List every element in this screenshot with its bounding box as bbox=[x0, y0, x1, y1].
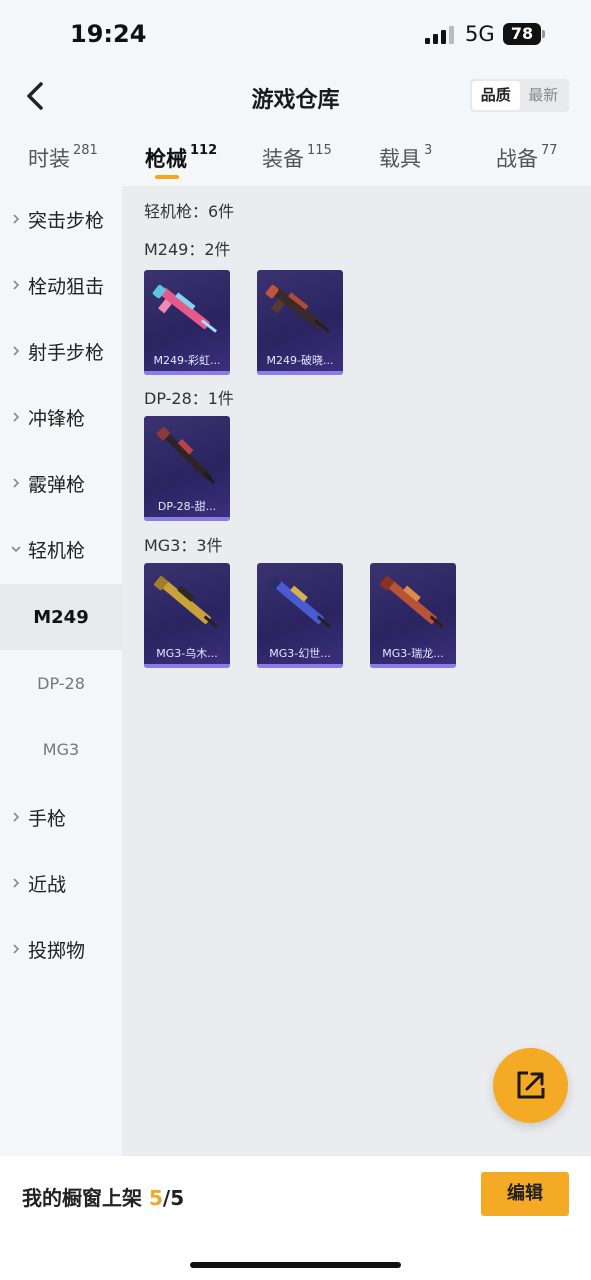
tab-label: 装备 bbox=[262, 147, 304, 171]
tab-label: 时装 bbox=[28, 147, 70, 171]
rarity-bar bbox=[144, 517, 230, 521]
category-tabs: 时装 281 枪械 112 装备 115 载具 3 战备 77 bbox=[0, 135, 591, 185]
battery-icon: 78 bbox=[503, 23, 541, 45]
rarity-bar bbox=[257, 664, 343, 668]
item-card[interactable]: DP-28-甜... bbox=[144, 416, 230, 521]
tab-count: 115 bbox=[307, 143, 332, 158]
item-card-name: M249-彩虹... bbox=[153, 354, 221, 367]
item-card-name: MG3-幻世... bbox=[269, 647, 331, 660]
chevron-right-icon bbox=[13, 812, 20, 822]
rarity-bar bbox=[257, 371, 343, 375]
tab-count: 77 bbox=[541, 143, 558, 158]
item-card[interactable]: M249-破晓... bbox=[257, 270, 343, 375]
shelf-count: 5 bbox=[148, 1186, 163, 1210]
chevron-right-icon bbox=[13, 478, 20, 488]
rifle-skin-image bbox=[380, 576, 444, 629]
tab-fashion[interactable]: 时装 281 bbox=[28, 143, 98, 173]
tab-count: 3 bbox=[424, 143, 433, 158]
rifle-skin-image bbox=[265, 284, 331, 333]
item-grid: 轻机枪：6件 M249：2件 M249-彩虹... M249-破晓... DP-… bbox=[122, 186, 591, 1156]
chevron-right-icon bbox=[13, 878, 20, 888]
share-icon bbox=[517, 1071, 545, 1099]
tab-label: 枪械 bbox=[145, 147, 187, 171]
sidebar-item-label: 冲锋枪 bbox=[28, 407, 86, 430]
signal-icon bbox=[425, 26, 454, 44]
tab-supplies[interactable]: 战备 77 bbox=[496, 143, 558, 173]
sidebar: 突击步枪 栓动狙击 射手步枪 冲锋枪 霰弹枪 轻机枪 M249 DP-28 MG… bbox=[0, 186, 122, 1156]
sidebar-item-label: 突击步枪 bbox=[28, 209, 105, 232]
item-card[interactable]: MG3-幻世... bbox=[257, 563, 343, 668]
battery-cap bbox=[542, 30, 545, 38]
rarity-bar bbox=[144, 664, 230, 668]
rarity-bar bbox=[370, 664, 456, 668]
sidebar-item-label: 轻机枪 bbox=[28, 539, 86, 562]
header: 游戏仓库 品质 最新 bbox=[0, 70, 591, 125]
sidebar-item-label: 投掷物 bbox=[28, 939, 86, 962]
item-card-name: MG3-瑞龙... bbox=[382, 647, 444, 660]
sidebar-item-label: 近战 bbox=[28, 873, 67, 896]
shelf-status: 我的橱窗上架 5/5 bbox=[22, 1182, 184, 1211]
rifle-skin-image bbox=[267, 576, 331, 629]
share-button[interactable] bbox=[493, 1048, 568, 1123]
tab-label: 战备 bbox=[496, 147, 538, 171]
tab-vehicles[interactable]: 载具 3 bbox=[379, 143, 432, 173]
status-time: 19:24 bbox=[70, 20, 147, 48]
chevron-right-icon bbox=[13, 346, 20, 356]
sort-quality-button[interactable]: 品质 bbox=[472, 81, 520, 110]
chevron-down-icon bbox=[11, 546, 21, 553]
sidebar-item-label: 射手步枪 bbox=[28, 341, 105, 364]
item-card[interactable]: M249-彩虹... bbox=[144, 270, 230, 375]
rifle-skin-image bbox=[156, 427, 216, 485]
tab-firearms[interactable]: 枪械 112 bbox=[145, 143, 217, 173]
tab-label: 载具 bbox=[379, 147, 421, 171]
sidebar-item-bolt-sniper[interactable]: 栓动狙击 bbox=[0, 252, 122, 318]
sidebar-sub-mg3[interactable]: MG3 bbox=[0, 716, 122, 782]
rifle-skin-image bbox=[154, 576, 218, 629]
item-card-name: MG3-乌木... bbox=[156, 647, 218, 660]
chevron-right-icon bbox=[13, 280, 20, 290]
sidebar-sub-dp28[interactable]: DP-28 bbox=[0, 650, 122, 716]
shelf-total: /5 bbox=[162, 1186, 185, 1210]
tab-count: 281 bbox=[73, 143, 98, 158]
sidebar-item-pistol[interactable]: 手枪 bbox=[0, 784, 122, 850]
group-label: M249：2件 bbox=[144, 240, 231, 259]
status-bar: 19:24 5G 78 bbox=[0, 0, 591, 70]
sidebar-item-shotgun[interactable]: 霰弹枪 bbox=[0, 450, 122, 516]
bottom-bar: 我的橱窗上架 5/5 编辑 bbox=[0, 1156, 591, 1280]
rifle-skin-image bbox=[152, 284, 218, 333]
tab-count: 112 bbox=[190, 143, 218, 158]
shelf-label: 我的橱窗上架 bbox=[22, 1186, 142, 1210]
item-card[interactable]: MG3-乌木... bbox=[144, 563, 230, 668]
sidebar-item-label: 栓动狙击 bbox=[28, 275, 105, 298]
sidebar-item-marksman-rifle[interactable]: 射手步枪 bbox=[0, 318, 122, 384]
sidebar-item-label: 霰弹枪 bbox=[28, 473, 86, 496]
sidebar-item-throwables[interactable]: 投掷物 bbox=[0, 916, 122, 982]
sort-toggle: 品质 最新 bbox=[470, 79, 569, 112]
chevron-right-icon bbox=[13, 214, 20, 224]
sidebar-item-lmg[interactable]: 轻机枪 bbox=[0, 516, 122, 582]
sidebar-item-smg[interactable]: 冲锋枪 bbox=[0, 384, 122, 450]
sort-latest-button[interactable]: 最新 bbox=[520, 81, 568, 110]
sidebar-item-label: 手枪 bbox=[28, 807, 67, 830]
item-card-name: DP-28-甜... bbox=[157, 500, 217, 513]
chevron-right-icon bbox=[13, 944, 20, 954]
edit-button[interactable]: 编辑 bbox=[481, 1172, 569, 1216]
home-indicator bbox=[190, 1262, 401, 1268]
item-card-name: M249-破晓... bbox=[266, 354, 334, 367]
tab-indicator bbox=[155, 175, 179, 179]
group-label: MG3：3件 bbox=[144, 536, 223, 555]
chevron-right-icon bbox=[13, 412, 20, 422]
group-label: DP-28：1件 bbox=[144, 389, 234, 408]
rarity-bar bbox=[144, 371, 230, 375]
sidebar-sub-m249[interactable]: M249 bbox=[0, 584, 122, 650]
item-card[interactable]: MG3-瑞龙... bbox=[370, 563, 456, 668]
category-count-label: 轻机枪：6件 bbox=[144, 202, 235, 221]
sidebar-item-assault-rifle[interactable]: 突击步枪 bbox=[0, 186, 122, 252]
sidebar-item-melee[interactable]: 近战 bbox=[0, 850, 122, 916]
network-label: 5G bbox=[465, 22, 495, 46]
tab-equipment[interactable]: 装备 115 bbox=[262, 143, 332, 173]
